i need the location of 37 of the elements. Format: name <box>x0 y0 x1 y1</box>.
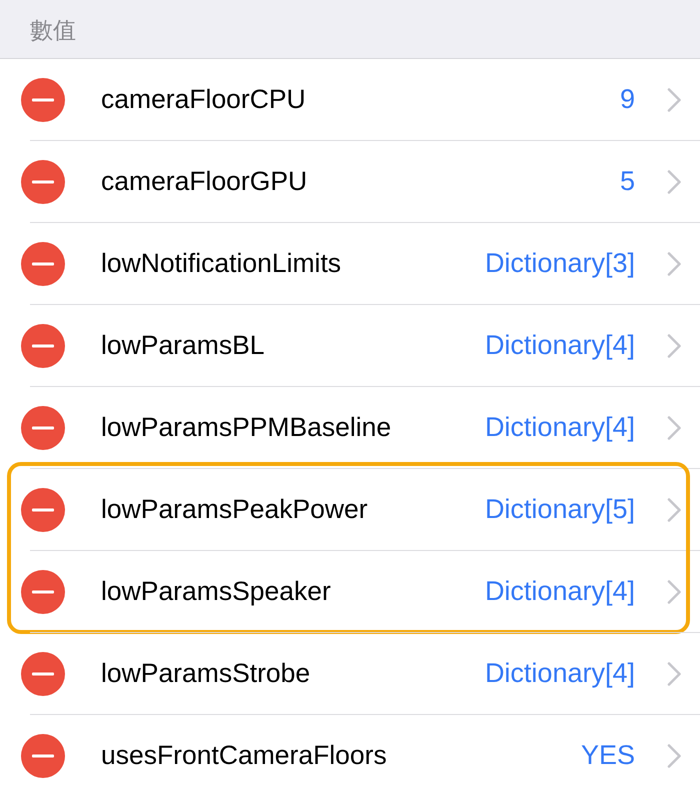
value-label: Dictionary[3] <box>484 248 635 279</box>
section-title: 數值 <box>30 17 76 45</box>
key-label: lowParamsPPMBaseline <box>101 412 392 443</box>
chevron-icon <box>667 252 681 276</box>
value-label: Dictionary[4] <box>484 412 635 443</box>
chevron-icon <box>667 744 681 768</box>
value-label: YES <box>580 740 635 771</box>
key-label: lowParamsPeakPower <box>101 494 369 525</box>
value-label: Dictionary[4] <box>484 658 635 689</box>
key-label: cameraFloorCPU <box>101 84 307 115</box>
chevron-icon <box>667 88 681 112</box>
key-label: lowNotificationLimits <box>101 248 342 279</box>
key-label: usesFrontCameraFloors <box>101 740 388 771</box>
minus-icon[interactable] <box>21 652 65 696</box>
chevron-icon <box>667 580 681 604</box>
minus-icon[interactable] <box>21 570 65 614</box>
chevron-icon <box>667 662 681 686</box>
value-label: 9 <box>620 84 635 115</box>
key-label: lowParamsStrobe <box>101 658 312 689</box>
minus-icon[interactable] <box>21 324 65 368</box>
chevron-icon <box>667 416 681 440</box>
chevron-icon <box>667 334 681 358</box>
value-label: Dictionary[5] <box>484 494 635 525</box>
chevron-icon <box>667 170 681 194</box>
key-label: lowParamsSpeaker <box>101 576 332 607</box>
value-label: Dictionary[4] <box>484 330 635 361</box>
minus-icon[interactable] <box>21 734 65 778</box>
minus-icon[interactable] <box>21 488 65 532</box>
value-label: 5 <box>620 166 635 197</box>
value-label: Dictionary[4] <box>484 576 635 607</box>
minus-icon[interactable] <box>21 78 65 122</box>
chevron-icon <box>667 498 681 522</box>
minus-icon[interactable] <box>21 160 65 204</box>
minus-icon[interactable] <box>21 406 65 450</box>
minus-icon[interactable] <box>21 242 65 286</box>
key-label: lowParamsBL <box>101 330 266 361</box>
key-label: cameraFloorGPU <box>101 166 308 197</box>
